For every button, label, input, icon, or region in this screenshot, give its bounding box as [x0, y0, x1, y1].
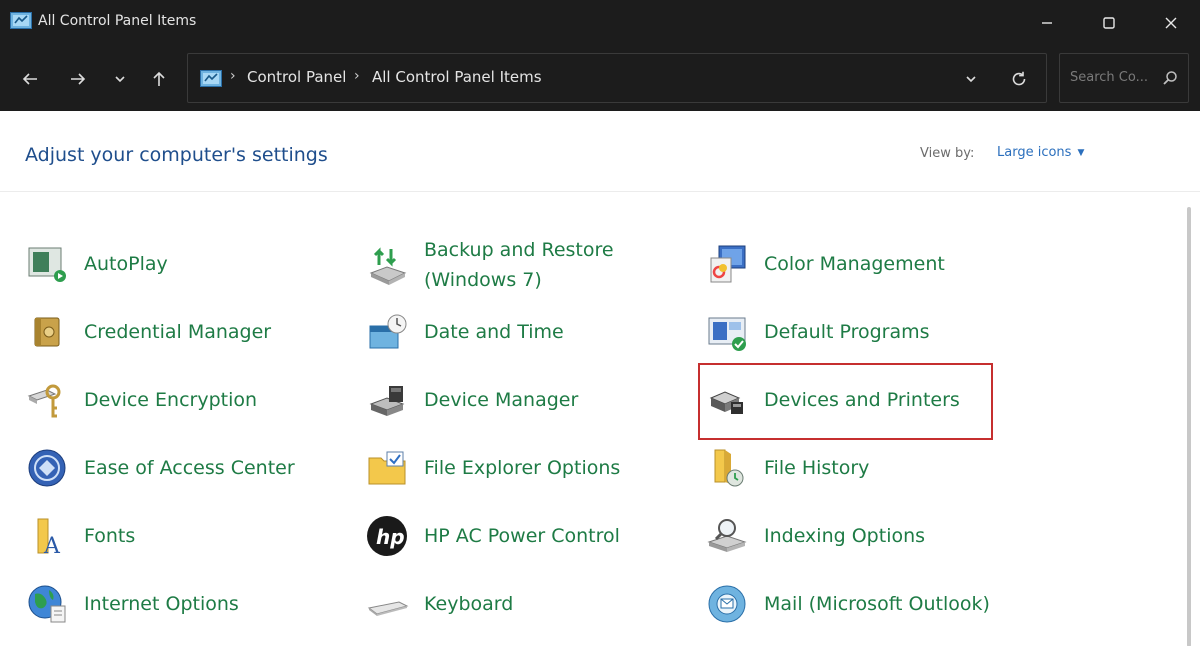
view-by-label: View by:	[920, 146, 975, 161]
item-indexing-options[interactable]: Indexing Options	[704, 510, 925, 562]
address-dropdown-button[interactable]	[958, 66, 984, 92]
color-management-icon	[710, 245, 746, 283]
content-area: Adjust your computer's settings View by:…	[0, 111, 1200, 646]
svg-text:A: A	[43, 534, 61, 557]
view-by-dropdown[interactable]: Large icons ▼	[997, 145, 1084, 160]
item-label: Indexing Options	[764, 525, 926, 547]
item-label: Color Management	[764, 253, 945, 275]
internet-options-icon	[28, 585, 66, 623]
item-label-line1: Backup and Restore	[424, 239, 614, 261]
recent-locations-button[interactable]	[106, 65, 134, 93]
item-mail[interactable]: Mail (Microsoft Outlook)	[704, 578, 990, 630]
item-label: Keyboard	[424, 593, 514, 615]
autoplay-icon	[28, 247, 66, 282]
file-explorer-options-icon	[368, 451, 406, 485]
control-panel-icon	[10, 12, 32, 29]
item-label: AutoPlay	[84, 253, 168, 275]
minimize-icon	[1042, 21, 1052, 24]
item-device-manager[interactable]: Device Manager	[364, 374, 578, 426]
header-divider	[0, 191, 1200, 192]
dropdown-arrow-icon: ▼	[1077, 147, 1085, 158]
scrollbar-thumb[interactable]	[1187, 207, 1191, 646]
item-label: Internet Options	[84, 593, 239, 615]
address-bar[interactable]: › Control Panel › All Control Panel Item…	[187, 53, 1047, 103]
view-by-value: Large icons	[997, 145, 1072, 160]
item-ease-of-access[interactable]: Ease of Access Center	[24, 442, 295, 494]
item-label-line2: (Windows 7)	[424, 269, 542, 291]
svg-text:hp: hp	[376, 525, 405, 549]
item-label: Default Programs	[764, 321, 930, 343]
date-time-icon	[369, 314, 407, 349]
item-hp-ac-power[interactable]: hp HP AC Power Control	[364, 510, 620, 562]
minimize-button[interactable]	[1016, 0, 1078, 45]
arrow-right-icon	[71, 73, 86, 85]
hp-logo-icon: hp	[367, 516, 407, 556]
breadcrumb-separator-icon: ›	[354, 68, 360, 84]
item-autoplay[interactable]: AutoPlay	[24, 238, 168, 290]
indexing-options-icon	[707, 519, 747, 552]
vertical-scrollbar[interactable]	[1184, 195, 1194, 646]
search-input[interactable]: Search Co...	[1059, 53, 1189, 103]
window-title: All Control Panel Items	[38, 13, 197, 29]
device-encryption-icon	[27, 384, 61, 418]
breadcrumb-separator-icon: ›	[230, 68, 236, 84]
item-color-management[interactable]: Color Management	[704, 238, 945, 290]
close-button[interactable]	[1140, 0, 1200, 45]
refresh-button[interactable]	[1006, 66, 1032, 92]
chevron-down-icon	[966, 76, 976, 83]
item-label: File Explorer Options	[424, 457, 621, 479]
navigation-bar: › Control Panel › All Control Panel Item…	[0, 45, 1200, 111]
item-label: Fonts	[84, 525, 136, 547]
up-button[interactable]	[145, 65, 173, 93]
item-backup-restore[interactable]: Backup and Restore (Windows 7)	[364, 233, 614, 297]
back-button[interactable]	[16, 65, 44, 93]
item-label: Device Manager	[424, 389, 579, 411]
item-label: Mail (Microsoft Outlook)	[764, 593, 990, 615]
arrow-left-icon	[22, 73, 37, 85]
chevron-down-icon	[115, 76, 125, 83]
item-label: HP AC Power Control	[424, 525, 620, 547]
item-internet-options[interactable]: Internet Options	[24, 578, 239, 630]
item-label: Credential Manager	[84, 321, 272, 343]
close-icon	[1165, 17, 1177, 28]
item-label: Date and Time	[424, 321, 564, 343]
item-file-explorer-options[interactable]: File Explorer Options	[364, 442, 620, 494]
fonts-icon: A	[37, 518, 61, 557]
keyboard-icon	[367, 601, 409, 616]
search-icon	[1163, 71, 1177, 85]
title-bar: All Control Panel Items	[0, 0, 1200, 45]
item-keyboard[interactable]: Keyboard	[364, 578, 513, 630]
default-programs-icon	[708, 317, 746, 351]
maximize-icon	[1103, 16, 1115, 29]
item-device-encryption[interactable]: Device Encryption	[24, 374, 257, 426]
control-panel-icon	[200, 70, 222, 87]
page-title: Adjust your computer's settings	[25, 144, 328, 166]
refresh-icon	[1012, 71, 1026, 86]
item-date-time[interactable]: Date and Time	[364, 306, 564, 358]
maximize-button[interactable]	[1078, 0, 1140, 45]
item-label: Backup and Restore (Windows 7)	[424, 235, 614, 295]
device-manager-icon	[369, 386, 405, 416]
item-credential-manager[interactable]: Credential Manager	[24, 306, 271, 358]
item-label: File History	[764, 457, 870, 479]
ease-of-access-icon	[28, 449, 66, 487]
item-file-history[interactable]: File History	[704, 442, 869, 494]
item-label: Device Encryption	[84, 389, 258, 411]
search-placeholder: Search Co...	[1070, 70, 1148, 85]
arrow-up-icon	[153, 71, 165, 86]
mail-icon	[708, 585, 746, 623]
backup-restore-icon	[369, 247, 407, 285]
file-history-icon	[714, 449, 744, 487]
item-label: Ease of Access Center	[84, 457, 295, 479]
forward-button[interactable]	[64, 65, 92, 93]
breadcrumb-all-items[interactable]: All Control Panel Items	[372, 68, 542, 86]
item-fonts[interactable]: A Fonts	[24, 510, 135, 562]
credential-manager-icon	[34, 317, 60, 347]
highlight-box	[698, 363, 993, 440]
breadcrumb-control-panel[interactable]: Control Panel	[247, 68, 346, 86]
item-default-programs[interactable]: Default Programs	[704, 306, 930, 358]
